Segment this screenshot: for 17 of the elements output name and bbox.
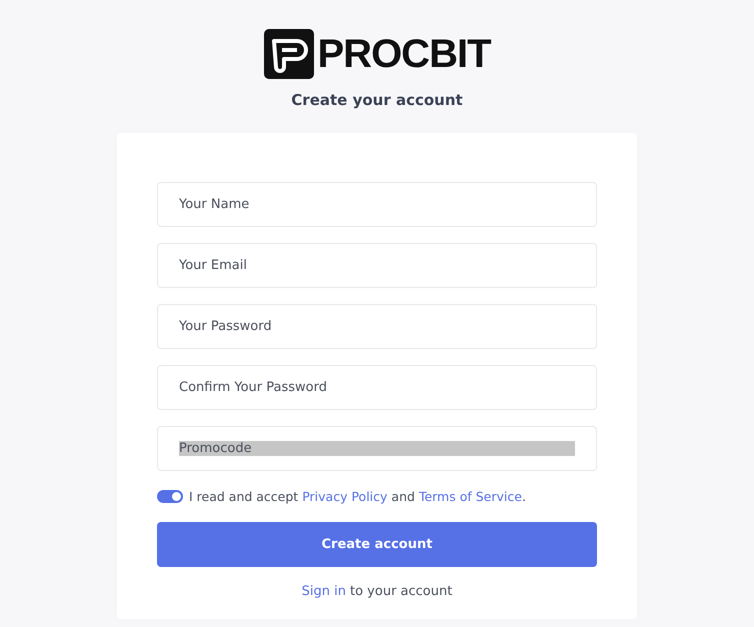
input-field[interactable]: Your Password (157, 304, 597, 349)
sign-in-text: to your account (350, 584, 452, 599)
input-field[interactable]: Promocode (157, 426, 597, 471)
logo-text: PROCBIT (318, 32, 490, 76)
input-field[interactable]: Confirm Your Password (157, 365, 597, 410)
logo-icon (264, 29, 314, 79)
create-account-button[interactable]: Create account (157, 522, 597, 567)
terms-link[interactable]: Privacy Policy (302, 489, 388, 504)
terms-text: I read and accept (189, 489, 298, 504)
terms-toggle[interactable] (157, 490, 183, 503)
page-title: Create your account (291, 91, 463, 109)
sign-in-link[interactable]: Sign in (302, 584, 346, 599)
input-field[interactable]: Your Name (157, 182, 597, 227)
terms-text: and (391, 489, 415, 504)
input-field[interactable]: Your Email (157, 243, 597, 288)
terms-link[interactable]: Terms of Service (418, 489, 522, 504)
terms-text: . (522, 489, 526, 504)
